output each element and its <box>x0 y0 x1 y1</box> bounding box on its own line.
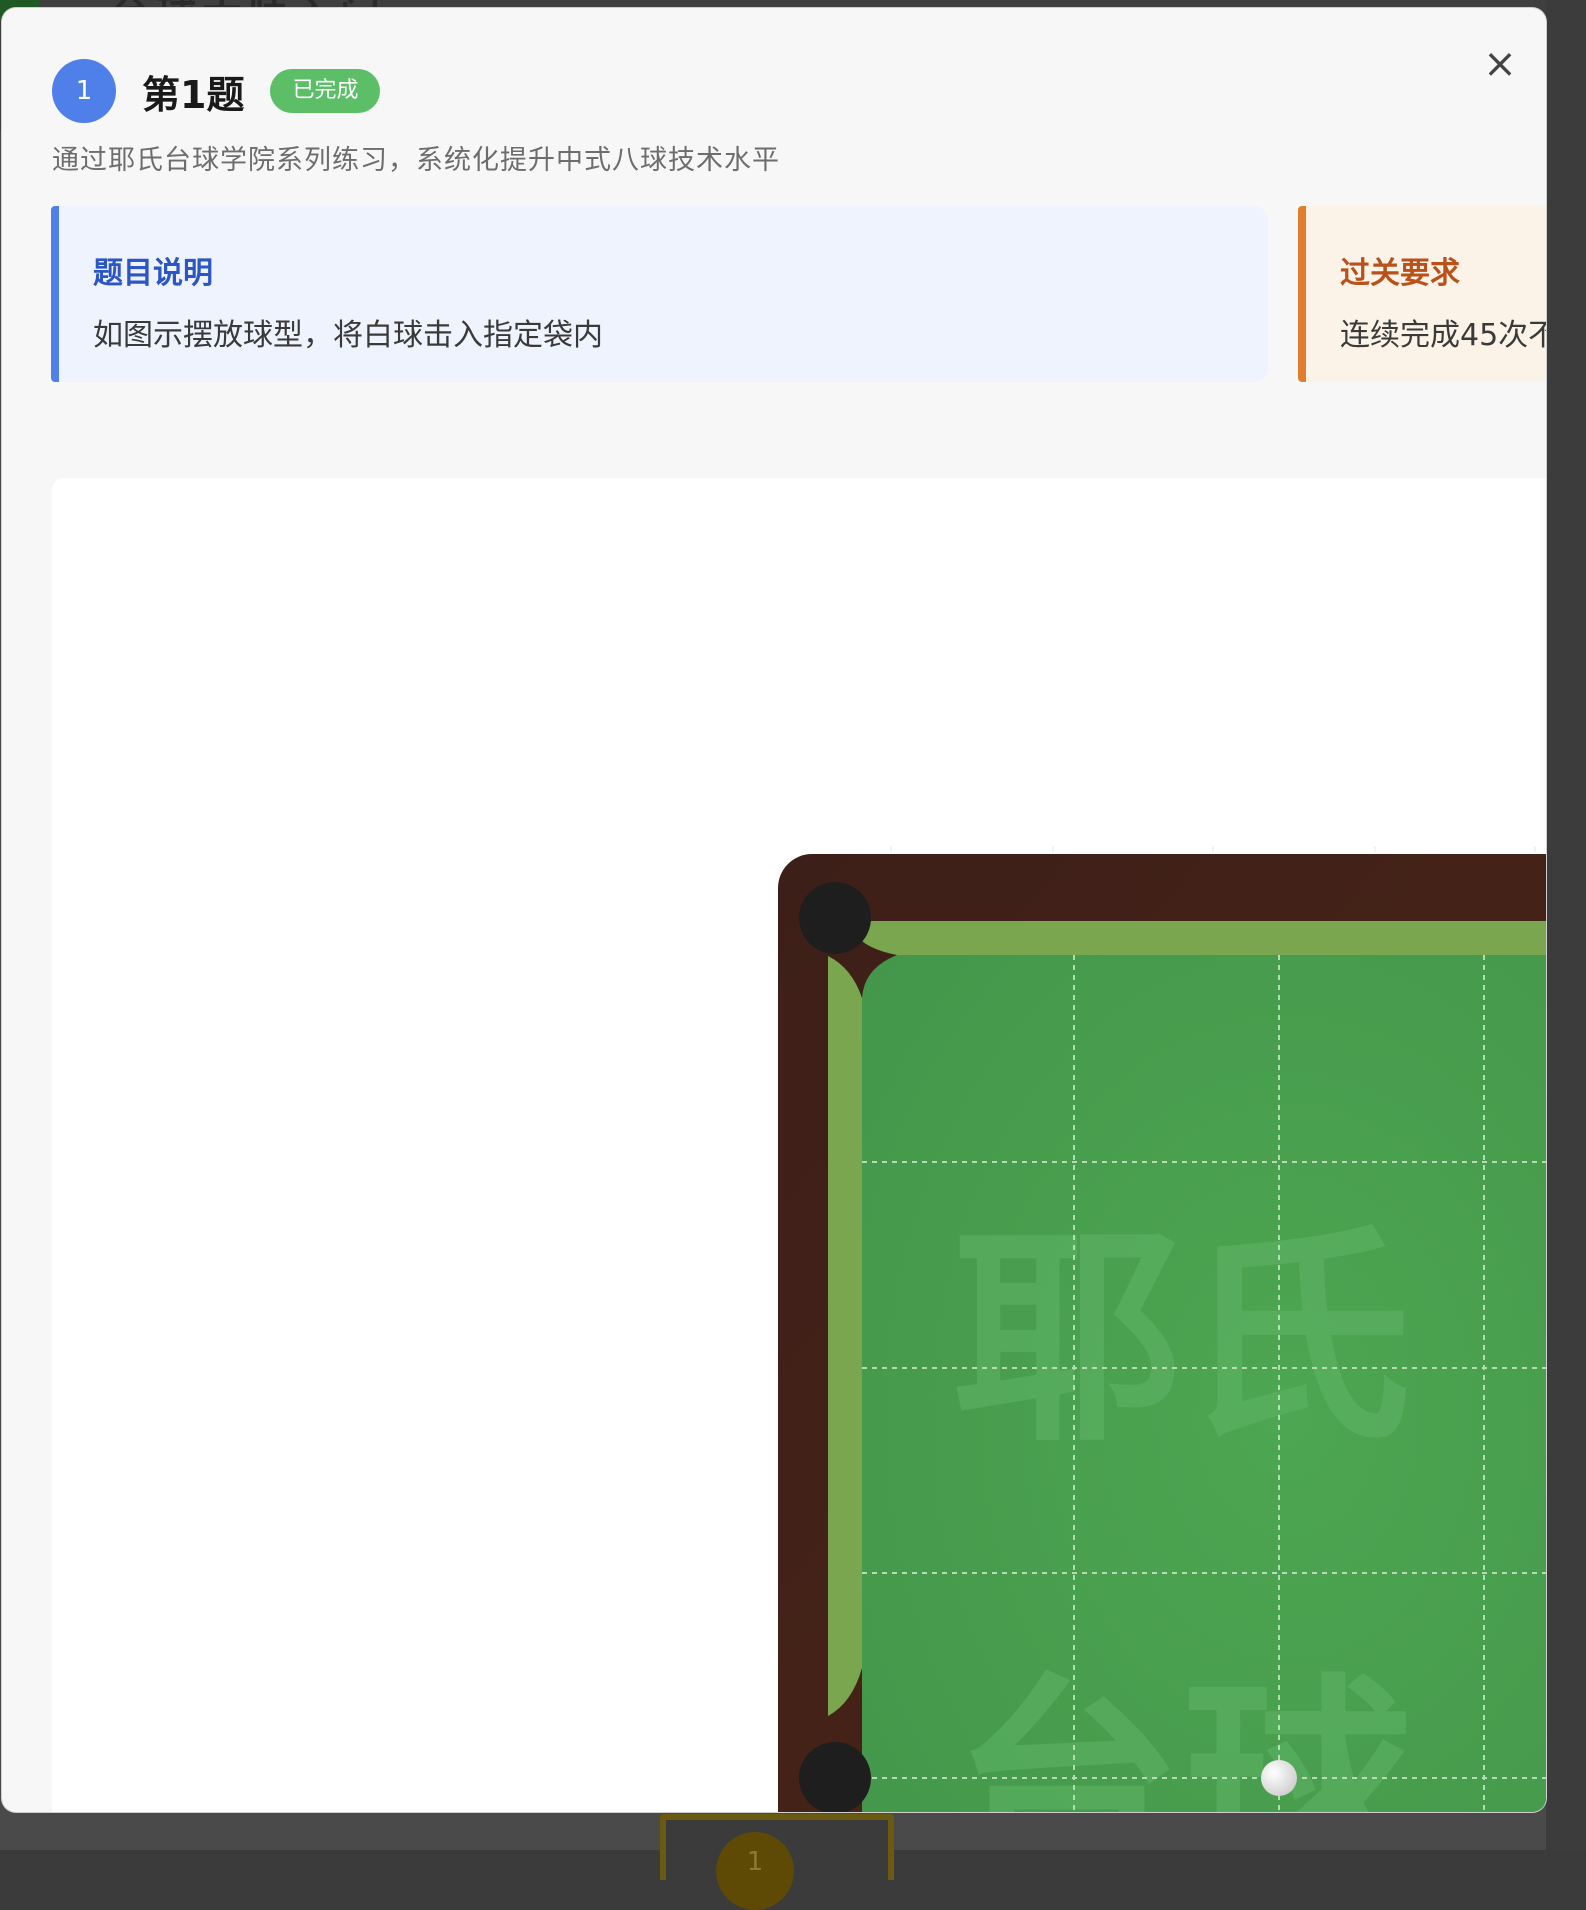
requirement-title: 过关要求 <box>1340 256 1460 291</box>
requirement-card: 过关要求 连续完成45次不失误 <box>1298 206 1546 382</box>
modal-header: 1 第1题 已完成 <box>52 58 381 124</box>
pocket-icon <box>799 882 871 954</box>
background-card-number: 1 <box>716 1832 794 1910</box>
status-badge: 已完成 <box>270 69 381 113</box>
description-card: 题目说明 如图示摆放球型，将白球击入指定袋内 <box>51 206 1268 382</box>
modal-subtitle: 通过耶氏台球学院系列练习，系统化提升中式八球技术水平 <box>52 145 780 176</box>
pocket-icon <box>799 1742 871 1812</box>
watermark-top: 耶氏 <box>952 1206 1412 1473</box>
requirement-text: 连续完成45次不失误 <box>1340 318 1546 353</box>
top-cushion <box>852 921 1546 955</box>
cue-ball-icon <box>1261 1760 1297 1796</box>
question-modal: × 1 第1题 已完成 通过耶氏台球学院系列练习，系统化提升中式八球技术水平 题… <box>2 8 1546 1812</box>
question-title: 第1题 <box>142 72 245 117</box>
left-cushion <box>828 956 862 1716</box>
question-number-badge: 1 <box>52 59 116 123</box>
rail-diamonds <box>890 846 1536 852</box>
watermark-bottom: 台球 <box>952 1656 1413 1812</box>
description-text: 如图示摆放球型，将白球击入指定袋内 <box>93 318 603 353</box>
description-title: 题目说明 <box>93 256 213 291</box>
pool-table-diagram: 耶氏 台球 <box>778 846 1546 1812</box>
close-icon[interactable]: × <box>1478 42 1522 86</box>
background-right-strip <box>1546 0 1586 1850</box>
background-question-card: 1 <box>660 1814 894 1910</box>
table-diagram-panel: 耶氏 台球 <box>52 478 1546 1812</box>
